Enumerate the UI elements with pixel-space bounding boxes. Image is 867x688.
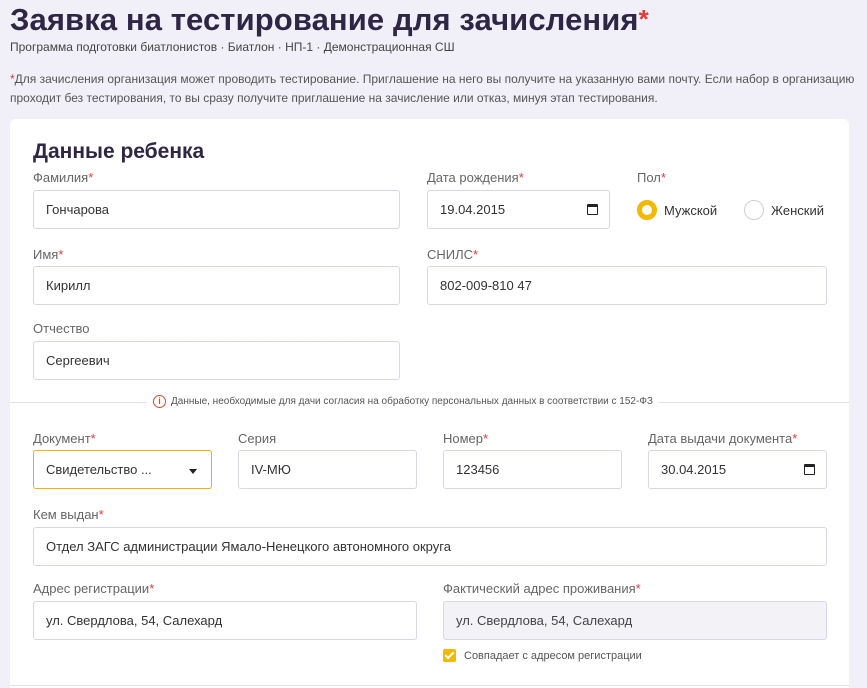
patronymic-input[interactable]: Сергеевич <box>33 341 400 380</box>
name-label: Имя* <box>33 247 64 262</box>
section-divider-bottom <box>10 685 849 686</box>
testing-notice: *Для зачисления организация может провод… <box>10 70 860 108</box>
document-type-label: Документ* <box>33 431 96 446</box>
document-number-input[interactable]: 123456 <box>443 450 622 489</box>
gender-label: Пол* <box>637 170 666 185</box>
consent-note: i Данные, необходимые для дачи согласия … <box>147 395 659 408</box>
chevron-down-icon[interactable] <box>189 469 197 474</box>
consent-note-text: Данные, необходимые для дачи согласия на… <box>171 396 653 407</box>
surname-label: Фамилия* <box>33 170 94 185</box>
checkbox-checked-icon[interactable] <box>443 649 456 662</box>
name-input[interactable]: Кирилл <box>33 266 400 305</box>
registration-address-input[interactable]: ул. Свердлова, 54, Салехард <box>33 601 417 640</box>
actual-address-label: Фактический адрес проживания* <box>443 581 641 596</box>
document-number-label: Номер* <box>443 431 489 446</box>
calendar-icon[interactable] <box>587 204 598 215</box>
issued-by-label: Кем выдан* <box>33 507 104 522</box>
gender-male-option[interactable]: Мужской <box>637 200 717 220</box>
registration-address-label: Адрес регистрации* <box>33 581 155 596</box>
snils-label: СНИЛС* <box>427 247 479 262</box>
notice-text: Для зачисления организация может проводи… <box>10 72 855 105</box>
info-icon: i <box>153 395 166 408</box>
issue-date-input[interactable]: 30.04.2015 <box>648 450 827 489</box>
document-series-label: Серия <box>238 431 277 446</box>
page-title: Заявка на тестирование для зачисления* <box>10 2 649 37</box>
issue-date-label: Дата выдачи документа* <box>648 431 798 446</box>
radio-checked-icon[interactable] <box>637 200 657 220</box>
section-title: Данные ребенка <box>33 140 205 163</box>
gender-male-label: Мужской <box>664 202 718 218</box>
birth-date-label: Дата рождения* <box>427 170 524 185</box>
required-mark: * <box>638 4 649 34</box>
issued-by-input[interactable]: Отдел ЗАГС администрации Ямало-Ненецкого… <box>33 527 827 566</box>
child-data-card: Данные ребенка Фамилия* Гончарова Дата р… <box>10 119 849 688</box>
patronymic-label: Отчество <box>33 321 90 336</box>
page-subtitle: Программа подготовки биатлонистов · Биат… <box>10 40 455 54</box>
document-type-select[interactable]: Свидетельство ... <box>33 450 212 489</box>
same-address-label: Совпадает с адресом регистрации <box>464 649 642 662</box>
radio-unchecked-icon[interactable] <box>744 200 764 220</box>
calendar-icon[interactable] <box>804 464 815 475</box>
snils-input[interactable]: 802-009-810 47 <box>427 266 827 305</box>
gender-female-label: Женский <box>771 202 824 218</box>
same-address-checkbox[interactable]: Совпадает с адресом регистрации <box>443 649 642 662</box>
surname-input[interactable]: Гончарова <box>33 190 400 229</box>
document-series-input[interactable]: IV-МЮ <box>238 450 417 489</box>
birth-date-input[interactable]: 19.04.2015 <box>427 190 610 229</box>
actual-address-input: ул. Свердлова, 54, Салехард <box>443 601 827 640</box>
gender-female-option[interactable]: Женский <box>744 200 824 220</box>
